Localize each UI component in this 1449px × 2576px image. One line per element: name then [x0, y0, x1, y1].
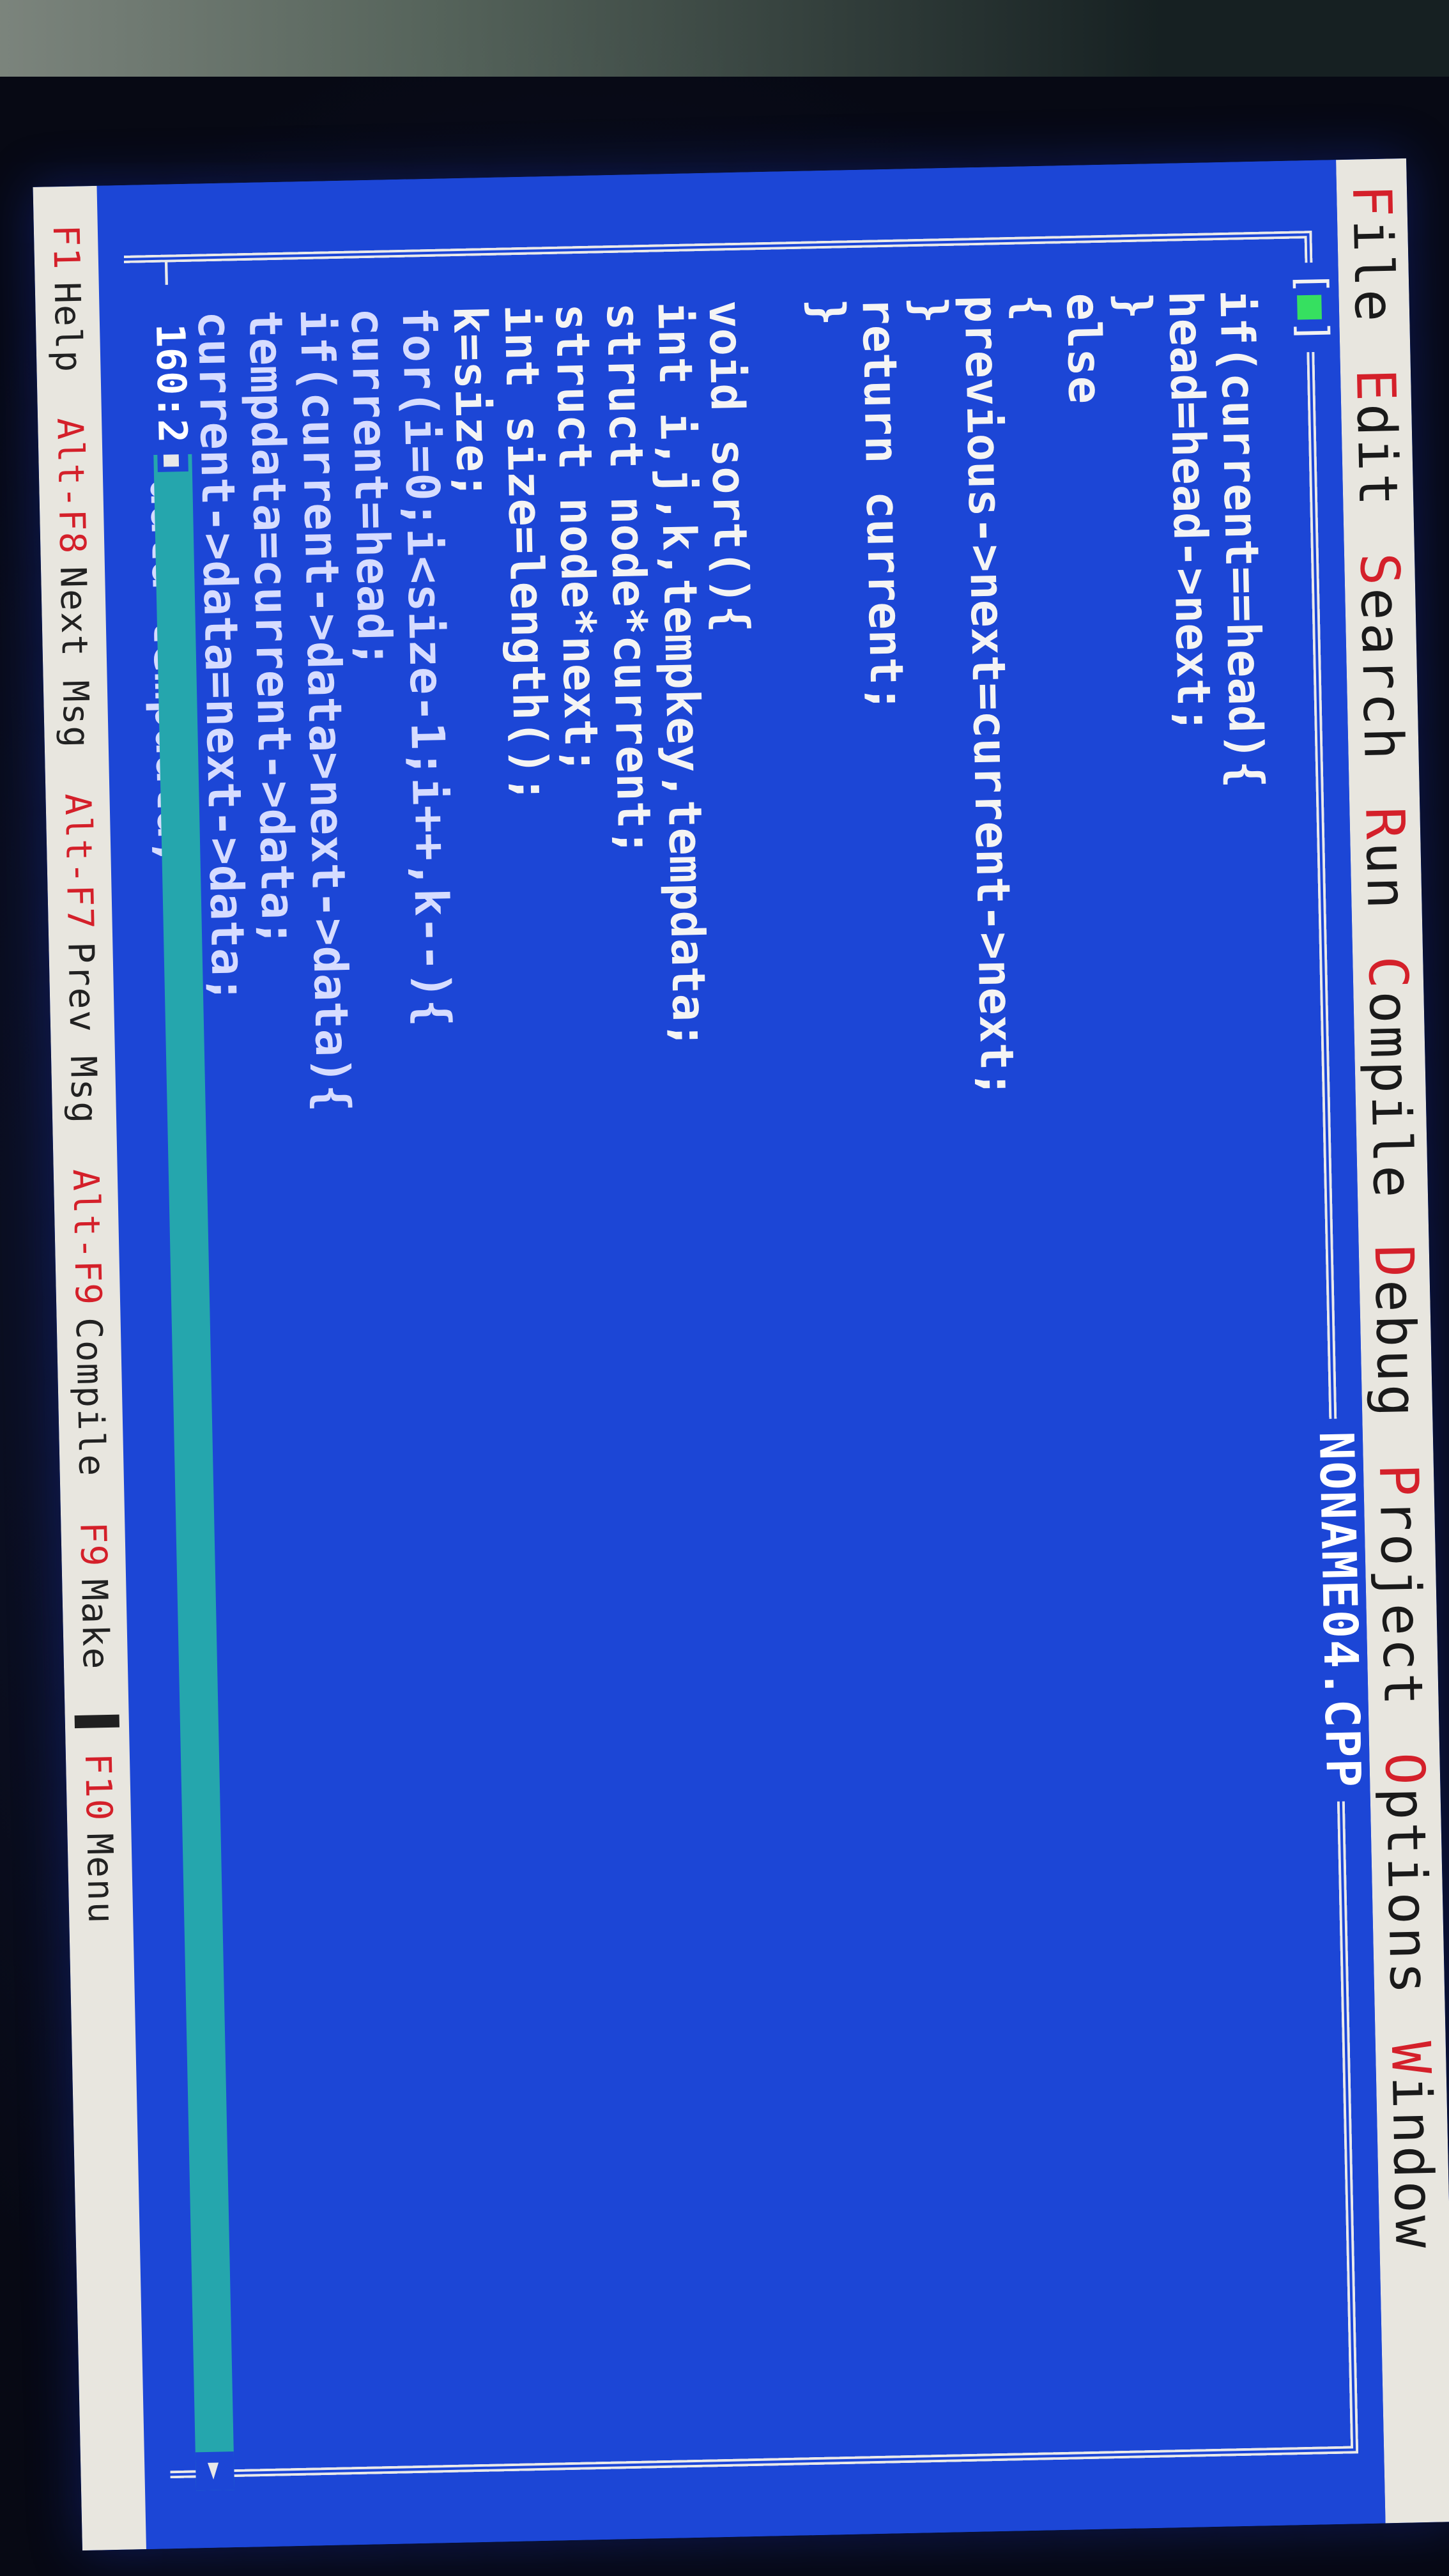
menu-file[interactable]: File [1340, 184, 1406, 325]
menu-search[interactable]: Search [1348, 552, 1415, 762]
status-separator [74, 1714, 120, 1729]
window-title: NONAME04.CPP [1308, 1418, 1370, 1802]
menu-window[interactable]: Window [1379, 2041, 1446, 2251]
status-menu[interactable]: F10Menu [77, 1753, 122, 1925]
cursor-position: 160:2 [144, 311, 199, 455]
window-border-dash: — [145, 260, 193, 286]
menu-options[interactable]: Options [1373, 1752, 1441, 1997]
ambient-glare [0, 0, 1449, 77]
status-make[interactable]: F9Make [72, 1521, 117, 1671]
menu-compile[interactable]: Compile [1356, 956, 1424, 1201]
status-help[interactable]: F1Help [45, 224, 89, 374]
status-compile[interactable]: Alt-F9Compile [65, 1169, 112, 1478]
menu-debug[interactable]: Debug [1363, 1244, 1429, 1420]
turbo-cpp-ide: File Edit Search Run Compile Debug Proje… [33, 158, 1449, 2551]
scroll-right-arrow-icon[interactable]: ► [195, 2451, 235, 2491]
window-close-button[interactable]: [■] [1288, 262, 1337, 353]
menu-project[interactable]: Project [1367, 1463, 1435, 1708]
editor-window: [■] NONAME04.CPP if(current==head){head=… [96, 160, 1386, 2550]
menu-edit[interactable]: Edit [1344, 368, 1410, 509]
status-prev-msg[interactable]: Alt-F7Prev Msg [57, 793, 105, 1124]
status-next-msg[interactable]: Alt-F8Next Msg [49, 417, 98, 749]
photo-background: File Edit Search Run Compile Debug Proje… [0, 0, 1449, 2576]
code-area[interactable]: if(current==head){head=head->next;} else{… [137, 289, 1279, 1116]
close-box-icon: ■ [1288, 294, 1337, 320]
monitor-screen: File Edit Search Run Compile Debug Proje… [33, 158, 1449, 2551]
menu-run[interactable]: Run [1353, 806, 1418, 912]
